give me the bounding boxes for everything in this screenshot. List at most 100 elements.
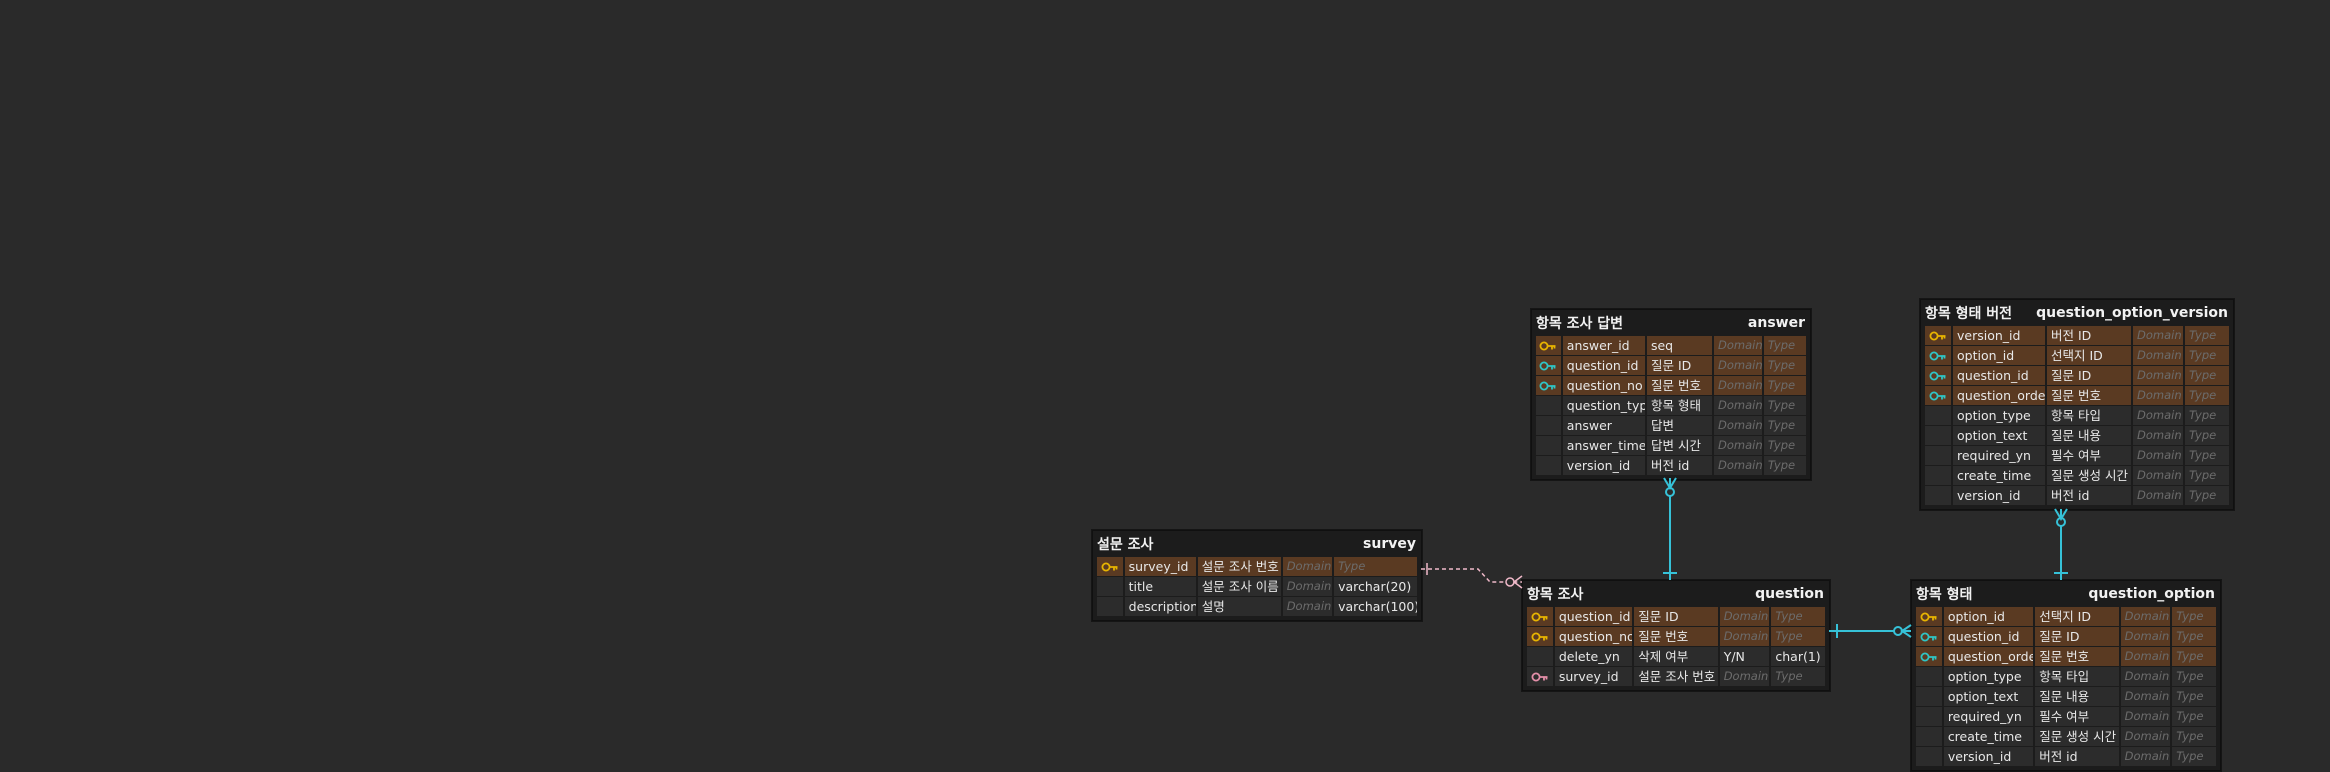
column-type: Type bbox=[2172, 707, 2216, 726]
table-survey[interactable]: 설문 조사 survey survey_id 설문 조사 번호 Domain Type ti… bbox=[1092, 530, 1422, 621]
column-type: Type bbox=[1763, 356, 1806, 375]
column-domain: Domain bbox=[2120, 687, 2171, 706]
column-label: 버전 ID bbox=[2047, 326, 2131, 345]
table-column-row[interactable]: required_yn 필수 여부 Domain Type bbox=[1925, 446, 2229, 466]
column-label: 질문 ID bbox=[2035, 627, 2119, 646]
column-name: delete_yn bbox=[1554, 647, 1633, 666]
column-label: 질문 내용 bbox=[2047, 426, 2131, 445]
table-header[interactable]: 항목 조사 question bbox=[1523, 581, 1829, 607]
column-label: 질문 내용 bbox=[2035, 687, 2119, 706]
column-name: option_id bbox=[1943, 607, 2034, 626]
column-type: varchar(100) bbox=[1334, 597, 1418, 616]
table-column-row[interactable]: version_id 버전 id Domain Type bbox=[1925, 486, 2229, 506]
table-column-row[interactable]: option_type 항목 타입 Domain Type bbox=[1916, 667, 2216, 687]
table-column-row[interactable]: create_time 질문 생성 시간 Domain Type bbox=[1916, 727, 2216, 747]
key-cell bbox=[1916, 667, 1942, 686]
table-answer[interactable]: 항목 조사 답변 answer answer_id seq Domain Type ques… bbox=[1531, 309, 1811, 480]
column-label: 선택지 ID bbox=[2047, 346, 2131, 365]
table-logical-name: 항목 조사 bbox=[1527, 587, 1584, 603]
table-column-row[interactable]: create_time 질문 생성 시간 Domain Type bbox=[1925, 466, 2229, 486]
table-column-row[interactable]: version_id 버전 id Domain Type bbox=[1536, 456, 1806, 476]
key-cell bbox=[1536, 396, 1561, 415]
table-column-row[interactable]: survey_id 설문 조사 번호 Domain Type bbox=[1097, 557, 1418, 577]
table-column-row[interactable]: option_id 선택지 ID Domain Type bbox=[1916, 607, 2216, 627]
column-domain: Domain bbox=[1282, 577, 1333, 596]
table-column-row[interactable]: required_yn 필수 여부 Domain Type bbox=[1916, 707, 2216, 727]
column-domain: Domain bbox=[1714, 416, 1762, 435]
column-name: answer_time bbox=[1562, 436, 1645, 455]
table-column-row[interactable]: option_id 선택지 ID Domain Type bbox=[1925, 346, 2229, 366]
column-type: Type bbox=[2185, 406, 2229, 425]
foreign-key-icon bbox=[1925, 386, 1951, 405]
primary-key-icon bbox=[1536, 336, 1561, 355]
table-column-row[interactable]: answer_id seq Domain Type bbox=[1536, 336, 1806, 356]
table-column-row[interactable]: question_id 질문 ID Domain Type bbox=[1925, 366, 2229, 386]
table-column-row[interactable]: answer 답변 Domain Type bbox=[1536, 416, 1806, 436]
table-question_option[interactable]: 항목 형태 question_option option_id 선택지 ID Domai… bbox=[1911, 580, 2221, 771]
table-column-row[interactable]: delete_yn 삭제 여부 Y/N char(1) bbox=[1527, 647, 1826, 667]
column-domain: Domain bbox=[1282, 557, 1333, 576]
column-label: 답변 시간 bbox=[1646, 436, 1712, 455]
table-header[interactable]: 항목 형태 question_option bbox=[1912, 581, 2220, 607]
table-physical-name: survey bbox=[1363, 536, 1416, 552]
table-column-row[interactable]: option_type 항목 타입 Domain Type bbox=[1925, 406, 2229, 426]
table-question[interactable]: 항목 조사 question question_id 질문 ID Domain Type q… bbox=[1522, 580, 1830, 691]
column-name: question_id bbox=[1953, 366, 2045, 385]
column-name: create_time bbox=[1943, 727, 2034, 746]
table-column-row[interactable]: option_text 질문 내용 Domain Type bbox=[1925, 426, 2229, 446]
table-column-row[interactable]: question_id 질문 ID Domain Type bbox=[1536, 356, 1806, 376]
key-cell bbox=[1916, 687, 1942, 706]
column-label: 질문 ID bbox=[1646, 356, 1712, 375]
table-column-row[interactable]: survey_id 설문 조사 번호 Domain Type bbox=[1527, 667, 1826, 687]
foreign-key-icon bbox=[1916, 627, 1942, 646]
key-cell bbox=[1916, 707, 1942, 726]
column-name: question_order bbox=[1943, 647, 2034, 666]
table-column-row[interactable]: question_id 질문 ID Domain Type bbox=[1916, 627, 2216, 647]
table-column-row[interactable]: question_order 질문 번호 Domain Type bbox=[1916, 647, 2216, 667]
table-column-row[interactable]: title 설문 조사 이름 Domain varchar(20) bbox=[1097, 577, 1418, 597]
table-header[interactable]: 설문 조사 survey bbox=[1093, 531, 1421, 557]
key-cell bbox=[1536, 436, 1561, 455]
column-type: Type bbox=[2172, 667, 2216, 686]
column-domain: Y/N bbox=[1719, 647, 1770, 666]
table-column-row[interactable]: question_id 질문 ID Domain Type bbox=[1527, 607, 1826, 627]
column-domain: Domain bbox=[1282, 597, 1333, 616]
column-label: 답변 bbox=[1646, 416, 1712, 435]
column-name: option_id bbox=[1953, 346, 2045, 365]
column-name: create_time bbox=[1953, 466, 2045, 485]
primary-key-icon bbox=[1925, 326, 1951, 345]
column-type: Type bbox=[1771, 627, 1826, 646]
table-column-row[interactable]: question_type항목 형태DomainType bbox=[1536, 396, 1806, 416]
key-cell bbox=[1916, 747, 1942, 766]
table-physical-name: question_option bbox=[2088, 586, 2215, 602]
column-name: description bbox=[1124, 597, 1196, 616]
column-domain: Domain bbox=[1719, 667, 1770, 686]
primary-key-icon bbox=[1097, 557, 1123, 576]
table-question_option_version[interactable]: 항목 형태 버전 question_option_version version_i… bbox=[1920, 299, 2234, 510]
table-column-row[interactable]: version_id 버전 id Domain Type bbox=[1916, 747, 2216, 767]
column-name: version_id bbox=[1953, 486, 2045, 505]
column-type: Type bbox=[1763, 416, 1806, 435]
column-domain: Domain bbox=[2120, 647, 2171, 666]
table-column-row[interactable]: description 설명 Domain varchar(100) bbox=[1097, 597, 1418, 617]
column-label: 설명 bbox=[1197, 597, 1281, 616]
table-column-row[interactable]: question_order 질문 번호 Domain Type bbox=[1925, 386, 2229, 406]
column-label: 삭제 여부 bbox=[1634, 647, 1718, 666]
key-cell bbox=[1925, 406, 1951, 425]
column-type: Type bbox=[1763, 456, 1806, 475]
column-type: Type bbox=[1771, 607, 1826, 626]
foreign-key-icon bbox=[1925, 366, 1951, 385]
table-column-row[interactable]: answer_time 답변 시간 Domain Type bbox=[1536, 436, 1806, 456]
column-domain: Domain bbox=[2133, 426, 2183, 445]
erd-canvas[interactable]: 항목 조사 답변 answer answer_id seq Domain Type ques… bbox=[0, 0, 2330, 772]
column-label: 항목 타입 bbox=[2035, 667, 2119, 686]
table-column-row[interactable]: question_no 질문 번호 Domain Type bbox=[1536, 376, 1806, 396]
table-column-row[interactable]: version_id 버전 ID Domain Type bbox=[1925, 326, 2229, 346]
table-header[interactable]: 항목 형태 버전 question_option_version bbox=[1921, 300, 2233, 326]
table-column-row[interactable]: question_no 질문 번호 Domain Type bbox=[1527, 627, 1826, 647]
column-domain: Domain bbox=[1714, 336, 1762, 355]
table-column-row[interactable]: option_text 질문 내용 Domain Type bbox=[1916, 687, 2216, 707]
table-header[interactable]: 항목 조사 답변 answer bbox=[1532, 310, 1810, 336]
column-type: Type bbox=[2172, 747, 2216, 766]
column-domain: Domain bbox=[2133, 386, 2183, 405]
